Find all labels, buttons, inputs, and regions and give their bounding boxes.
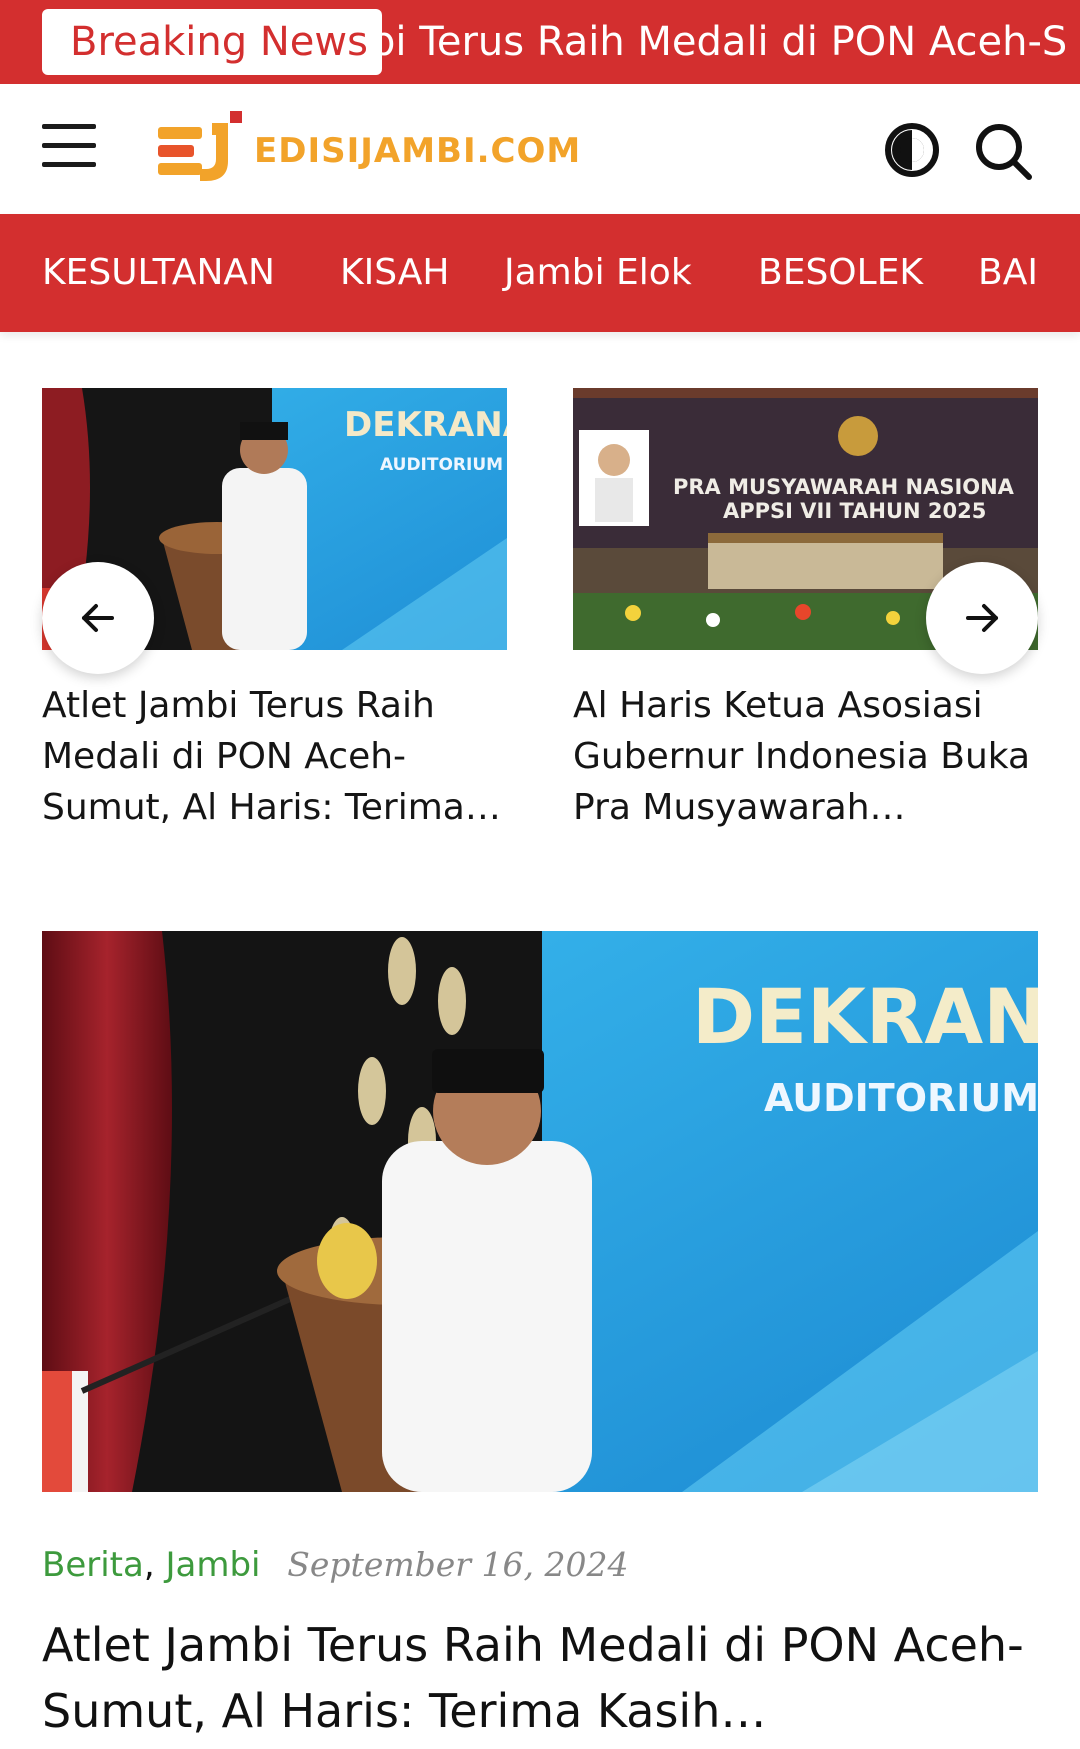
nav-item-bai[interactable]: BAI xyxy=(978,252,1038,294)
article-meta: Berita, Jambi September 16, 2024 xyxy=(42,1544,629,1586)
site-header: EDISIJAMBI.COM xyxy=(0,84,1080,214)
breaking-news-bar: Breaking News bi Terus Raih Medali di PO… xyxy=(0,0,1080,84)
category-nav: KESULTANAN KISAH Jambi Elok BESOLEK BAI xyxy=(0,214,1080,332)
carousel-card-title[interactable]: Al Haris Ketua Asosiasi Gubernur Indones… xyxy=(573,680,1038,833)
nav-item-jambi-elok[interactable]: Jambi Elok xyxy=(504,252,692,294)
article-date: September 16, 2024 xyxy=(287,1545,629,1584)
carousel-next-button[interactable] xyxy=(926,562,1038,674)
nav-item-besolek[interactable]: BESOLEK xyxy=(758,252,923,294)
featured-article-image[interactable]: DEKRANA AUDITORIUM xyxy=(42,931,1038,1492)
category-link-jambi[interactable]: Jambi xyxy=(165,1545,260,1585)
breaking-news-label: Breaking News xyxy=(42,9,382,75)
nav-item-kesultanan[interactable]: KESULTANAN xyxy=(42,252,275,294)
logo-name: EDISIJAMBI xyxy=(254,131,477,171)
breaking-news-headline[interactable]: bi Terus Raih Medali di PON Aceh-S xyxy=(370,18,1067,66)
hero-image-subtitle: AUDITORIUM xyxy=(764,1076,1038,1120)
nav-item-kisah[interactable]: KISAH xyxy=(340,252,449,294)
logo-mark xyxy=(158,111,242,181)
site-logo[interactable]: EDISIJAMBI.COM xyxy=(156,109,580,189)
logo-suffix: .COM xyxy=(476,131,582,171)
card-image-title: DEKRANA xyxy=(344,405,507,445)
logo-wordmark: EDISIJAMBI.COM xyxy=(254,131,581,171)
hero-image-title: DEKRANA xyxy=(692,972,1038,1061)
arrow-right-icon xyxy=(966,604,998,632)
arrow-left-icon xyxy=(82,604,114,632)
carousel-card-title[interactable]: Atlet Jambi Terus Raih Medali di PON Ace… xyxy=(42,680,507,833)
category-separator: , xyxy=(143,1545,155,1585)
featured-article-title[interactable]: Atlet Jambi Terus Raih Medali di PON Ace… xyxy=(42,1612,1038,1744)
category-link-berita[interactable]: Berita xyxy=(42,1545,144,1585)
card-image-subtitle: APPSI VII TAHUN 2025 xyxy=(723,499,986,523)
card-image-title: PRA MUSYAWARAH NASIONA xyxy=(673,475,1015,499)
contrast-toggle-icon[interactable] xyxy=(882,120,942,180)
carousel-prev-button[interactable] xyxy=(42,562,154,674)
search-icon[interactable] xyxy=(972,120,1032,180)
card-image-subtitle: AUDITORIUM xyxy=(380,455,503,475)
menu-icon[interactable] xyxy=(42,124,96,168)
